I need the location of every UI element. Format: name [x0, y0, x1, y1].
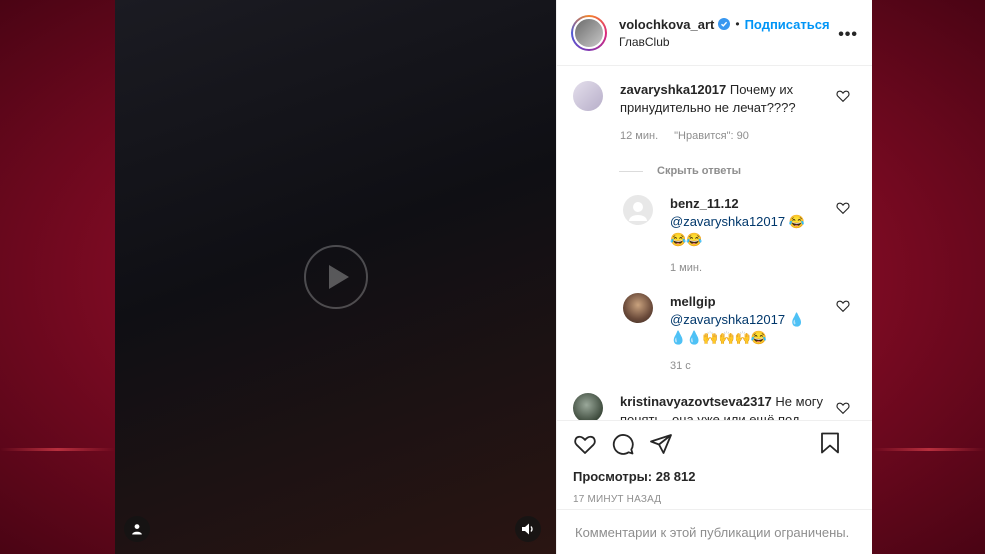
- comments-list[interactable]: zavaryshka12017 Почему их принудительно …: [557, 67, 872, 420]
- heart-icon[interactable]: [836, 401, 850, 415]
- comment-time[interactable]: 1 мин.: [670, 259, 702, 277]
- commenter-avatar[interactable]: [623, 293, 653, 323]
- tagged-users-button[interactable]: [124, 516, 150, 542]
- comment-item: zavaryshka12017 Почему их принудительно …: [573, 81, 856, 145]
- comments-restricted-notice: Комментарии к этой публикации ограничены…: [557, 509, 872, 554]
- comment-likes[interactable]: "Нравится": 90: [674, 127, 749, 145]
- heart-icon[interactable]: [836, 201, 850, 215]
- comment-username[interactable]: mellgip: [670, 293, 820, 311]
- separator-dot: •: [735, 17, 740, 31]
- play-icon[interactable]: [303, 245, 368, 309]
- commenter-avatar[interactable]: [573, 393, 603, 420]
- comment-icon[interactable]: [611, 432, 635, 456]
- bookmark-icon[interactable]: [818, 431, 842, 455]
- default-avatar-icon: [629, 202, 647, 221]
- commenter-avatar[interactable]: [623, 195, 653, 225]
- follow-button[interactable]: Подписаться: [745, 17, 830, 32]
- share-icon[interactable]: [649, 432, 673, 456]
- post-media[interactable]: [115, 0, 556, 554]
- more-options-icon[interactable]: •••: [838, 26, 858, 44]
- background-stripe: [0, 448, 115, 451]
- sound-toggle-button[interactable]: [515, 516, 541, 542]
- like-icon[interactable]: [573, 432, 597, 456]
- post-side-panel: volochkova_art • Подписаться ГлавClub ••…: [556, 0, 872, 554]
- post-location[interactable]: ГлавClub: [619, 35, 830, 49]
- heart-icon[interactable]: [836, 89, 850, 103]
- post-timestamp[interactable]: 17 МИНУТ НАЗАД: [573, 494, 856, 505]
- comment-mention[interactable]: @zavaryshka12017: [670, 312, 785, 327]
- author-username[interactable]: volochkova_art: [619, 17, 714, 32]
- hide-replies-button[interactable]: Скрыть ответы: [619, 165, 856, 177]
- sound-icon: [522, 523, 533, 535]
- comment-username[interactable]: zavaryshka12017: [620, 82, 726, 97]
- post-header: volochkova_art • Подписаться ГлавClub ••…: [557, 0, 872, 66]
- comment-item: kristinavyazovtseva2317 Не могу понять .…: [573, 393, 856, 420]
- heart-icon[interactable]: [836, 299, 850, 313]
- views-count[interactable]: Просмотры: 28 812: [573, 469, 856, 484]
- user-tag-icon: [132, 524, 142, 535]
- commenter-avatar[interactable]: [573, 81, 603, 111]
- post-actions: Просмотры: 28 812 17 МИНУТ НАЗАД: [557, 420, 872, 505]
- comment-time[interactable]: 31 с: [670, 357, 691, 375]
- author-avatar[interactable]: [571, 14, 607, 51]
- verified-icon: [718, 18, 731, 30]
- comment-username[interactable]: kristinavyazovtseva2317: [620, 394, 772, 409]
- background-stripe: [873, 448, 985, 451]
- reply-item: mellgip @zavaryshka12017 💧💧💧🙌🙌🙌😂 31 с: [623, 293, 856, 375]
- reply-item: benz_11.12 @zavaryshka12017 😂😂😂 1 мин.: [623, 195, 856, 277]
- video-placeholder[interactable]: [115, 0, 556, 554]
- comment-time[interactable]: 12 мин.: [620, 127, 658, 145]
- comment-username[interactable]: benz_11.12: [670, 195, 810, 213]
- comment-mention[interactable]: @zavaryshka12017: [670, 214, 785, 229]
